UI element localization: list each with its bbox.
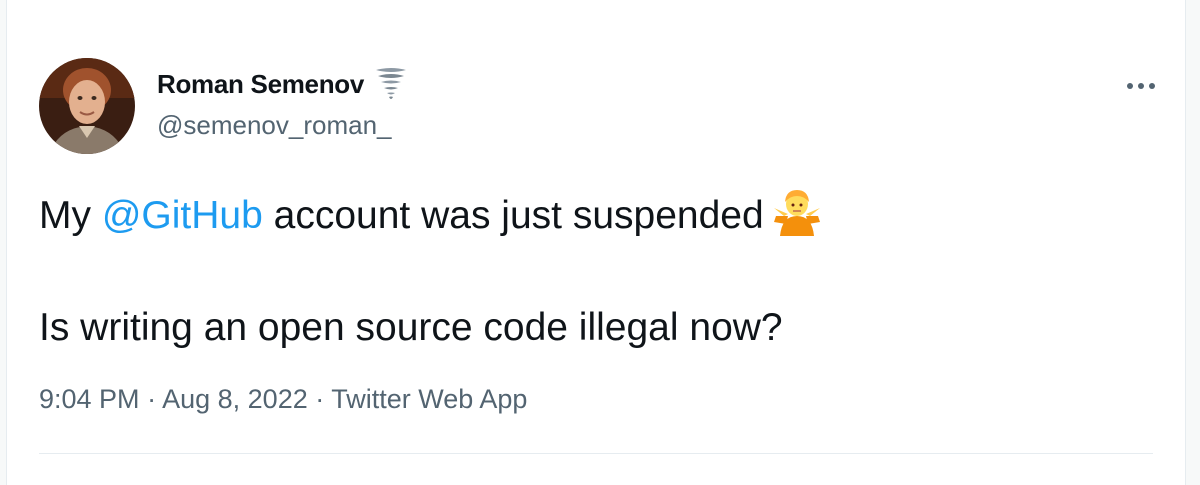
more-options-button[interactable] [1121,70,1161,102]
tweet-date-link[interactable]: Aug 8, 2022 [162,384,308,414]
author-display-name[interactable]: Roman Semenov [157,69,364,100]
tweet-line-1: My @GitHub account was just suspended [39,186,824,244]
meta-separator: · [315,384,325,414]
avatar-photo-icon [39,58,135,154]
tweet-metadata: 9:04 PM · Aug 8, 2022 · Twitter Web App [39,384,527,415]
tweet-body: My @GitHub account was just suspended Is… [39,186,824,356]
tweet-line-2: Is writing an open source code illegal n… [39,306,783,349]
author-name-row: Roman Semenov [157,66,408,102]
person-shrugging-icon [770,186,824,236]
more-icon [1127,83,1155,89]
tweet-text-suffix: account was just suspended [273,194,764,237]
avatar[interactable] [39,58,135,154]
divider [39,453,1153,454]
author-handle[interactable]: @semenov_roman_ [157,110,392,141]
tweet-time-link[interactable]: 9:04 PM [39,384,140,414]
mention-link[interactable]: @GitHub [102,194,263,237]
meta-separator: · [147,384,157,414]
tornado-icon [374,66,408,102]
tweet-source-link[interactable]: Twitter Web App [331,384,527,414]
tweet-card: Roman Semenov @semenov_roman_ My @GitHub… [6,0,1186,485]
tweet-text-prefix: My [39,194,91,237]
